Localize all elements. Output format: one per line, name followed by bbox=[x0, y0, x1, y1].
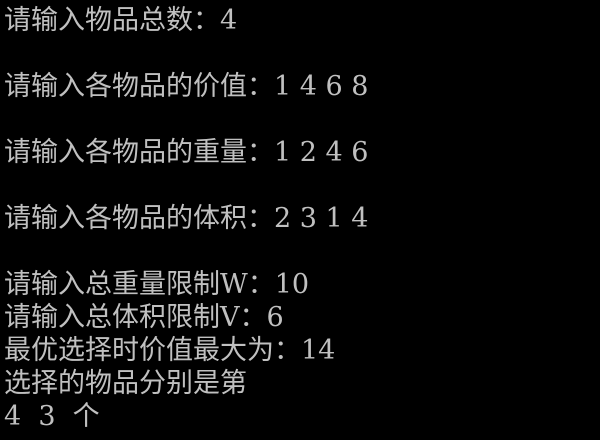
output-line-selected-items: 4 3 个 bbox=[4, 401, 100, 432]
output-line-values: 请输入各物品的价值：1 4 6 8 bbox=[4, 71, 369, 102]
output-line-total-items: 请输入物品总数：4 bbox=[4, 5, 238, 36]
console-output: 请输入物品总数：4 请输入各物品的价值：1 4 6 8 请输入各物品的重量：1 … bbox=[0, 0, 600, 440]
output-line-selected-label: 选择的物品分别是第 bbox=[4, 368, 247, 399]
output-line-weights: 请输入各物品的重量：1 2 4 6 bbox=[4, 137, 369, 168]
output-line-weight-limit: 请输入总重量限制W：10 bbox=[4, 269, 310, 300]
output-line-volume-limit: 请输入总体积限制V：6 bbox=[4, 302, 284, 333]
output-line-volumes: 请输入各物品的体积：2 3 1 4 bbox=[4, 203, 369, 234]
output-line-max-value: 最优选择时价值最大为：14 bbox=[4, 335, 336, 366]
